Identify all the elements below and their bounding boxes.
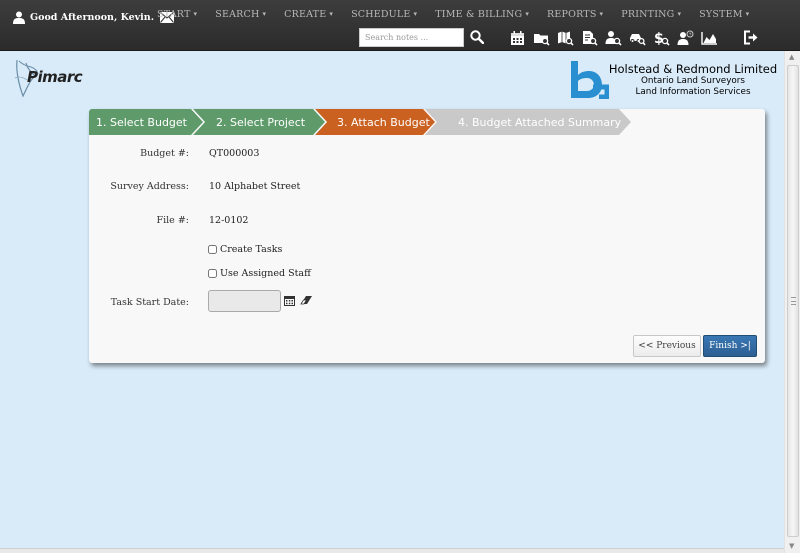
main-menu: START ▾ SEARCH ▾ CREATE ▾ SCHEDULE ▾ TIME & …	[148, 9, 758, 23]
previous-button[interactable]: << Previous	[633, 335, 701, 357]
calendar-icon[interactable]	[505, 28, 529, 48]
dollar-search-icon[interactable]: $	[649, 28, 673, 48]
use-assigned-staff-option[interactable]: Use Assigned Staff	[208, 268, 311, 279]
window-bottom-edge	[0, 548, 784, 553]
use-assigned-staff-checkbox[interactable]	[208, 269, 217, 278]
scroll-thumb[interactable]	[787, 65, 799, 537]
menu-create[interactable]: CREATE ▾	[275, 9, 342, 23]
finish-button[interactable]: Finish >|	[703, 335, 757, 357]
svg-text:$: $	[654, 31, 664, 46]
folder-search-icon[interactable]	[529, 28, 553, 48]
survey-address-value: 10 Alphabet Street	[209, 181, 301, 192]
calendar-picker-icon[interactable]	[284, 295, 295, 306]
search-notes-input[interactable]	[359, 28, 464, 47]
create-tasks-label: Create Tasks	[220, 244, 283, 255]
company-name: Holstead & Redmond Limited	[608, 62, 778, 76]
eraser-icon[interactable]	[300, 295, 313, 305]
menu-start[interactable]: START ▾	[148, 9, 206, 23]
toolbar-icons: $	[505, 28, 721, 48]
scroll-up-arrow[interactable]: ▲	[789, 53, 794, 61]
task-start-date-label: Task Start Date:	[110, 297, 189, 308]
step-budget-attached-summary[interactable]: 4. Budget Attached Summary	[425, 109, 631, 135]
step-select-project[interactable]: 2. Select Project	[193, 109, 327, 135]
greeting-text: Good Afternoon, Kevin.	[30, 11, 155, 23]
menu-schedule[interactable]: SCHEDULE ▾	[342, 9, 426, 23]
attach-budget-wizard: 1. Select Budget 2. Select Project 3. At…	[89, 109, 765, 363]
create-tasks-option[interactable]: Create Tasks	[208, 244, 282, 255]
menu-search[interactable]: SEARCH ▾	[206, 9, 275, 23]
menu-system[interactable]: SYSTEM ▾	[690, 9, 758, 23]
pimarc-logo: Pimarc	[14, 59, 83, 98]
menu-printing[interactable]: PRINTING ▾	[612, 9, 690, 23]
company-info: Holstead & Redmond Limited Ontario Land …	[603, 62, 783, 98]
map-search-icon[interactable]	[553, 28, 577, 48]
scroll-down-arrow[interactable]: ▼	[789, 542, 794, 550]
person-search-icon[interactable]	[601, 28, 625, 48]
budget-value: QT000003	[209, 148, 260, 159]
scroll-grip	[791, 297, 796, 305]
user-clock-icon[interactable]	[673, 28, 697, 48]
top-navbar: Good Afternoon, Kevin. START ▾ SEARCH ▾ CR…	[0, 0, 800, 51]
file-value: 12-0102	[209, 215, 249, 226]
sign-out-icon[interactable]	[743, 30, 759, 45]
wizard-steps: 1. Select Budget 2. Select Project 3. At…	[89, 109, 765, 135]
budget-label: Budget #:	[140, 148, 189, 159]
page-scrollbar[interactable]: ▲ ▼	[784, 51, 800, 553]
create-tasks-checkbox[interactable]	[208, 245, 217, 254]
company-subtitle-2: Land Information Services	[635, 87, 751, 97]
area-chart-icon[interactable]	[697, 28, 721, 48]
task-start-date-input[interactable]	[208, 290, 281, 312]
use-assigned-staff-label: Use Assigned Staff	[220, 268, 311, 279]
menu-reports[interactable]: REPORTS ▾	[538, 9, 612, 23]
file-label: File #:	[156, 215, 189, 226]
step-select-budget[interactable]: 1. Select Budget	[89, 109, 205, 135]
company-subtitle-1: Ontario Land Surveyors	[640, 76, 745, 86]
document-search-icon[interactable]	[577, 28, 601, 48]
car-search-icon[interactable]	[625, 28, 649, 48]
pimarc-logo-text: Pimarc	[27, 68, 83, 86]
user-icon	[13, 11, 25, 24]
magnifier-icon[interactable]	[470, 30, 484, 44]
step-attach-budget[interactable]: 3. Attach Budget	[315, 109, 437, 135]
menu-time-billing[interactable]: TIME & BILLING ▾	[426, 9, 538, 23]
survey-address-label: Survey Address:	[110, 181, 189, 192]
